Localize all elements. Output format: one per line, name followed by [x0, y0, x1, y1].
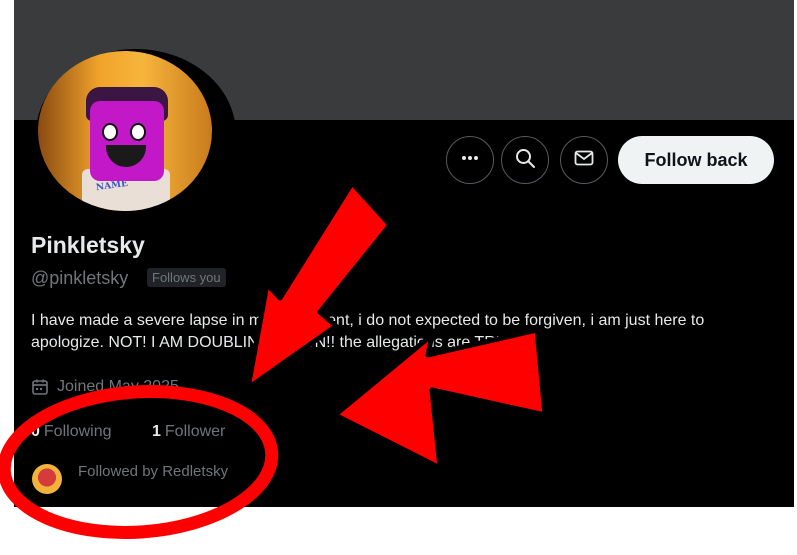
followed-by-avatar[interactable] — [32, 464, 62, 494]
message-button[interactable] — [560, 136, 608, 184]
joined-date: Joined May 2025 — [31, 378, 179, 396]
calendar-icon — [31, 378, 49, 396]
avatar-eye-right — [130, 123, 146, 141]
more-button[interactable] — [446, 136, 494, 184]
followed-by-link[interactable]: Followed by Redletsky — [78, 463, 228, 480]
following-link[interactable]: 0 Following — [31, 423, 112, 441]
follow-back-button[interactable]: Follow back — [618, 136, 774, 184]
following-label: Following — [43, 423, 112, 440]
follows-you-badge: Follows you — [147, 268, 226, 287]
profile-page: NAME Follow back Pinkletsky @pinkletsky … — [14, 0, 794, 507]
more-horizontal-icon — [460, 148, 480, 173]
search-button[interactable] — [501, 136, 549, 184]
following-count: 0 — [31, 423, 40, 440]
followers-count: 1 — [152, 423, 161, 440]
user-handle: @pinkletsky — [31, 268, 129, 288]
display-name: Pinkletsky — [31, 232, 145, 258]
avatar[interactable]: NAME — [38, 51, 212, 211]
avatar-head — [90, 101, 164, 181]
envelope-icon — [573, 147, 595, 174]
followers-link[interactable]: 1 Follower — [152, 423, 225, 441]
followers-label: Follower — [164, 423, 226, 440]
joined-date-text: Joined May 2025 — [57, 378, 179, 395]
profile-bio: I have made a severe lapse in my judgeme… — [31, 312, 705, 351]
search-icon — [514, 147, 536, 174]
avatar-eye-left — [102, 123, 118, 141]
